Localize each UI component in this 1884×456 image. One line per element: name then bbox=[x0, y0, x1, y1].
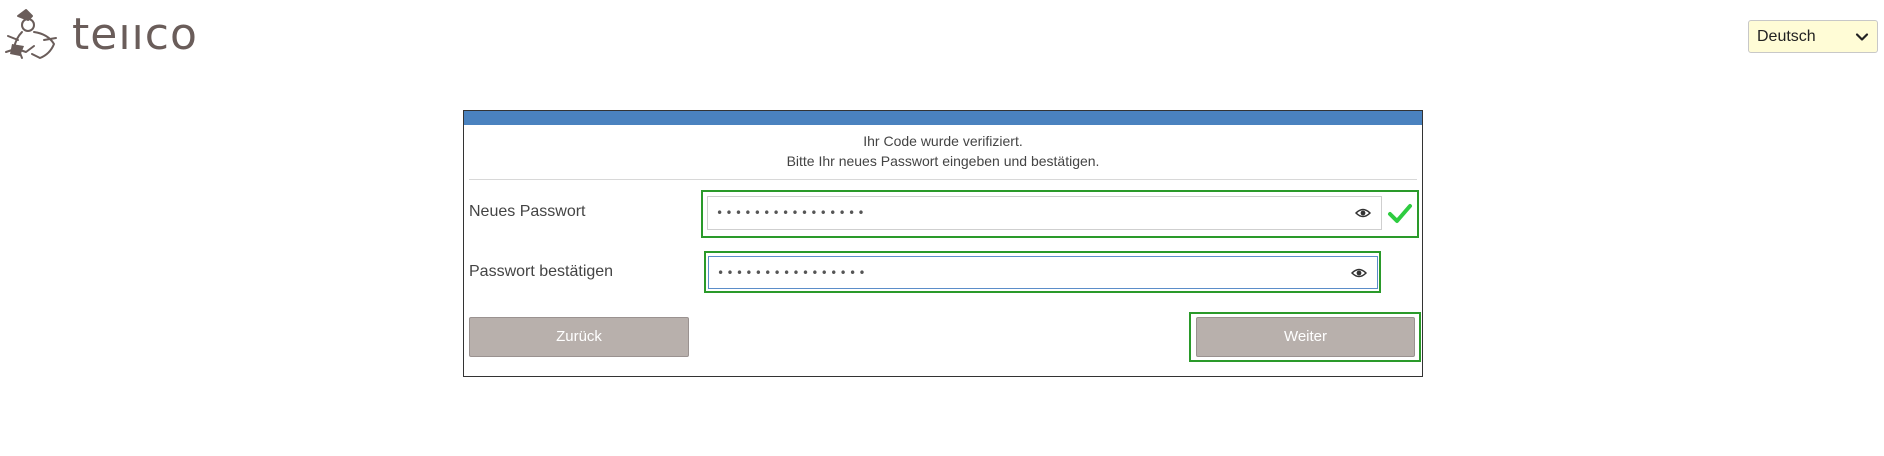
brand-logo[interactable]: teııco bbox=[4, 8, 198, 62]
eye-icon[interactable] bbox=[1351, 267, 1367, 279]
confirm-password-input[interactable]: •••••••••••••••• bbox=[708, 256, 1378, 289]
brand-name: teııco bbox=[72, 9, 198, 60]
language-select[interactable]: Deutsch bbox=[1748, 20, 1878, 53]
eye-icon[interactable] bbox=[1355, 207, 1371, 219]
panel-message: Ihr Code wurde verifiziert. Bitte Ihr ne… bbox=[464, 125, 1422, 171]
message-verified: Ihr Code wurde verifiziert. bbox=[863, 133, 1023, 149]
confirm-password-value: •••••••••••••••• bbox=[717, 265, 868, 280]
next-button[interactable]: Weiter bbox=[1196, 317, 1415, 357]
new-password-value: •••••••••••••••• bbox=[716, 206, 867, 220]
check-icon bbox=[1388, 204, 1412, 223]
language-select-value: Deutsch bbox=[1757, 27, 1816, 45]
chevron-down-icon bbox=[1855, 32, 1869, 41]
password-reset-panel: Ihr Code wurde verifiziert. Bitte Ihr ne… bbox=[463, 110, 1423, 377]
panel-divider bbox=[469, 179, 1417, 180]
mascot-logo-icon bbox=[5, 9, 57, 59]
back-button[interactable]: Zurück bbox=[469, 317, 689, 357]
new-password-input[interactable]: •••••••••••••••• bbox=[707, 196, 1382, 230]
confirm-password-label: Passwort bestätigen bbox=[469, 263, 614, 280]
message-instructions: Bitte Ihr neues Passwort eingeben und be… bbox=[786, 153, 1100, 169]
page: teııco Deutsch Ihr Code wurde verifizier… bbox=[0, 0, 1884, 456]
panel-accent-bar bbox=[464, 111, 1422, 125]
new-password-label: Neues Passwort bbox=[469, 203, 586, 220]
